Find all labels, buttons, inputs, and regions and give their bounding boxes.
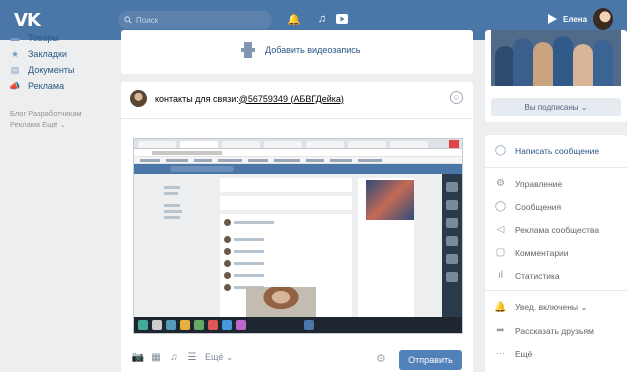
statistics-button[interactable]: ıl Статистика bbox=[495, 270, 560, 281]
screenshot-taskbar bbox=[134, 317, 462, 333]
play-icon[interactable] bbox=[336, 13, 348, 25]
add-video-button[interactable]: Добавить видеозапись bbox=[241, 42, 360, 58]
attached-screenshot[interactable] bbox=[133, 138, 463, 334]
post-text-plain: контакты для связи: bbox=[155, 93, 239, 104]
gear-icon: ⚙ bbox=[496, 178, 505, 189]
close-icon bbox=[449, 140, 459, 148]
chat-icon: ◯ bbox=[494, 201, 507, 212]
sidebar-item-bookmarks[interactable]: ★ Закладки bbox=[10, 46, 110, 62]
document-icon: ▤ bbox=[10, 64, 20, 75]
search-input[interactable]: Поиск bbox=[118, 11, 272, 29]
ads-icon: 📣 bbox=[9, 80, 21, 91]
comments-button[interactable]: ▢ Комментарии bbox=[495, 247, 569, 258]
bell-icon: 🔔 bbox=[494, 302, 507, 313]
post-mention-link[interactable]: @56759349 (АБВГДейка) bbox=[239, 94, 344, 104]
divider bbox=[121, 118, 473, 119]
action-label: Ещё bbox=[515, 348, 533, 359]
player-play-icon[interactable] bbox=[548, 14, 557, 24]
gear-icon[interactable]: ⚙ bbox=[376, 352, 386, 365]
video-icon[interactable]: ▦ bbox=[151, 352, 161, 363]
more-button[interactable]: ··· Ещё bbox=[495, 348, 533, 359]
share-icon: ➦ bbox=[496, 325, 505, 336]
sidebar-footer: Блог Разработчикам Реклама Ещё ⌄ bbox=[10, 108, 110, 130]
post-text-input[interactable]: контакты для связи:@56759349 (АБВГДейка) bbox=[155, 94, 344, 104]
footer-links-1[interactable]: Блог Разработчикам bbox=[10, 108, 110, 119]
film-icon bbox=[241, 42, 255, 58]
action-label: Написать сообщение bbox=[515, 145, 600, 156]
screenshot-person-image bbox=[246, 287, 316, 321]
sidebar-item-documents[interactable]: ▤ Документы bbox=[10, 62, 110, 78]
write-message-button[interactable]: ◯ Написать сообщение bbox=[495, 145, 599, 156]
avatar bbox=[593, 8, 614, 30]
sidebar-item-ads[interactable]: 📣 Реклама bbox=[9, 78, 110, 94]
group-card: Вы подписаны ⌄ bbox=[485, 30, 627, 122]
manage-button[interactable]: ⚙ Управление bbox=[495, 178, 562, 189]
poll-icon[interactable]: ☰ bbox=[187, 352, 197, 363]
message-icon: ◯ bbox=[494, 145, 507, 156]
sidebar-item-label: Документы bbox=[28, 65, 75, 75]
user-name: Елена bbox=[563, 14, 588, 24]
add-video-label: Добавить видеозапись bbox=[265, 45, 361, 55]
notifications-button[interactable]: 🔔 Увед. включены ⌄ bbox=[494, 302, 588, 313]
emoji-icon[interactable]: ☺ bbox=[450, 91, 463, 104]
footer-links-2[interactable]: Реклама Ещё ⌄ bbox=[10, 119, 110, 130]
community-ads-button[interactable]: ◁ Реклама сообщества bbox=[495, 224, 599, 235]
goods-icon: ▬ bbox=[10, 33, 20, 43]
screenshot-browser-tabs bbox=[134, 139, 462, 149]
post-composer: контакты для связи:@56759349 (АБВГДейка)… bbox=[121, 82, 473, 372]
sidebar-item-label: Реклама bbox=[28, 81, 65, 91]
action-label: Управление bbox=[515, 178, 563, 189]
megaphone-icon: ◁ bbox=[496, 224, 505, 235]
left-sidebar: ▬ Товары ★ Закладки ▤ Документы 📣 Реклам… bbox=[9, 30, 110, 130]
action-label: Реклама сообщества bbox=[515, 224, 600, 235]
comment-icon: ▢ bbox=[495, 247, 506, 258]
action-label: Комментарии bbox=[515, 247, 569, 258]
action-label: Сообщения bbox=[515, 201, 562, 212]
actions-card: ◯ Написать сообщение ⚙ Управление ◯ Сооб… bbox=[485, 135, 627, 372]
music-icon[interactable]: ♫ bbox=[169, 352, 179, 363]
vk-logo[interactable]: VK bbox=[14, 10, 41, 31]
messages-button[interactable]: ◯ Сообщения bbox=[495, 201, 561, 212]
search-placeholder: Поиск bbox=[136, 15, 159, 25]
action-label: Статистика bbox=[515, 270, 560, 281]
action-label: Увед. включены ⌄ bbox=[515, 302, 588, 312]
bell-icon[interactable]: 🔔 bbox=[287, 13, 301, 26]
share-button[interactable]: ➦ Рассказать друзьям bbox=[495, 325, 594, 336]
camera-icon[interactable]: 📷 bbox=[132, 352, 144, 363]
sidebar-item-label: Закладки bbox=[28, 49, 67, 59]
divider bbox=[485, 290, 627, 291]
send-button[interactable]: Отправить bbox=[399, 350, 462, 370]
subscribed-button[interactable]: Вы подписаны ⌄ bbox=[491, 98, 621, 116]
sidebar-item-goods[interactable]: ▬ Товары bbox=[10, 30, 110, 46]
video-card: Добавить видеозапись bbox=[121, 30, 473, 74]
post-header: контакты для связи:@56759349 (АБВГДейка) bbox=[130, 90, 344, 107]
divider bbox=[485, 167, 627, 168]
post-tools: 📷 ▦ ♫ ☰ Ещё ⌄ bbox=[132, 352, 234, 363]
more-tools-button[interactable]: Ещё ⌄ bbox=[205, 352, 233, 363]
sidebar-item-label: Товары bbox=[28, 33, 59, 43]
music-icon[interactable]: ♫ bbox=[316, 13, 328, 25]
more-icon: ··· bbox=[495, 348, 506, 359]
stats-icon: ıl bbox=[498, 270, 503, 281]
search-icon bbox=[124, 16, 132, 24]
star-icon: ★ bbox=[10, 48, 20, 59]
action-label: Рассказать друзьям bbox=[515, 325, 594, 336]
user-menu[interactable]: Елена bbox=[548, 8, 614, 30]
group-cover-photo[interactable] bbox=[491, 30, 621, 86]
avatar bbox=[130, 90, 147, 107]
